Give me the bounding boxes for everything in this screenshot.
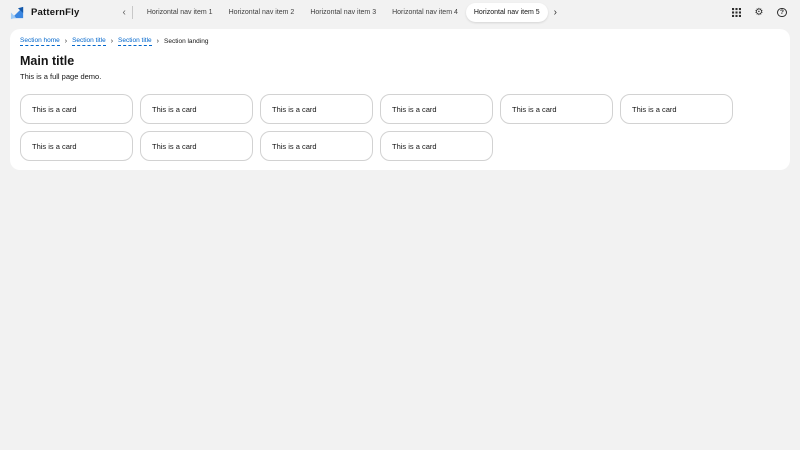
grid-icon bbox=[732, 8, 741, 17]
help-button[interactable]: ? bbox=[776, 7, 788, 19]
patternfly-logo-icon bbox=[10, 5, 25, 20]
breadcrumb-chevron-icon: › bbox=[157, 38, 159, 45]
card[interactable]: This is a card bbox=[20, 94, 133, 124]
settings-button[interactable]: ⚙ bbox=[753, 7, 765, 19]
masthead: PatternFly ‹ Horizontal nav item 1 Horiz… bbox=[0, 0, 800, 25]
card[interactable]: This is a card bbox=[500, 94, 613, 124]
card[interactable]: This is a card bbox=[140, 131, 253, 161]
card[interactable]: This is a card bbox=[620, 94, 733, 124]
nav-item-2[interactable]: Horizontal nav item 2 bbox=[221, 3, 303, 22]
nav-item-5-selected[interactable]: Horizontal nav item 5 bbox=[466, 3, 548, 22]
breadcrumb-link-section-title-2[interactable]: Section title bbox=[118, 37, 152, 46]
nav-item-1[interactable]: Horizontal nav item 1 bbox=[139, 3, 221, 22]
card-gallery: This is a card This is a card This is a … bbox=[20, 94, 733, 161]
page-subtitle: This is a full page demo. bbox=[20, 72, 780, 81]
nav-item-3[interactable]: Horizontal nav item 3 bbox=[302, 3, 384, 22]
nav-scroll-back-button[interactable]: ‹ bbox=[119, 6, 128, 20]
horizontal-nav: Horizontal nav item 1 Horizontal nav ite… bbox=[139, 3, 548, 22]
masthead-utilities: ⚙ ? bbox=[730, 7, 788, 19]
content-panel: Section home › Section title › Section t… bbox=[10, 29, 790, 170]
app-launcher-button[interactable] bbox=[730, 7, 742, 19]
card[interactable]: This is a card bbox=[380, 131, 493, 161]
breadcrumb-link-section-home[interactable]: Section home bbox=[20, 37, 60, 46]
chevron-left-icon: ‹ bbox=[122, 7, 125, 18]
question-circle-icon: ? bbox=[777, 8, 787, 18]
breadcrumb-current-item: Section landing bbox=[164, 38, 208, 45]
gear-icon: ⚙ bbox=[755, 8, 764, 18]
card[interactable]: This is a card bbox=[260, 131, 373, 161]
nav-scroll-forward-button[interactable]: › bbox=[551, 6, 560, 20]
page-title: Main title bbox=[20, 54, 780, 68]
card[interactable]: This is a card bbox=[140, 94, 253, 124]
breadcrumb-chevron-icon: › bbox=[111, 38, 113, 45]
breadcrumb: Section home › Section title › Section t… bbox=[20, 37, 780, 46]
brand[interactable]: PatternFly bbox=[10, 5, 79, 20]
card[interactable]: This is a card bbox=[260, 94, 373, 124]
nav-divider bbox=[132, 6, 133, 19]
breadcrumb-link-section-title-1[interactable]: Section title bbox=[72, 37, 106, 46]
breadcrumb-chevron-icon: › bbox=[65, 38, 67, 45]
chevron-right-icon: › bbox=[554, 7, 557, 18]
brand-name: PatternFly bbox=[31, 7, 79, 18]
card[interactable]: This is a card bbox=[380, 94, 493, 124]
nav-item-4[interactable]: Horizontal nav item 4 bbox=[384, 3, 466, 22]
card[interactable]: This is a card bbox=[20, 131, 133, 161]
